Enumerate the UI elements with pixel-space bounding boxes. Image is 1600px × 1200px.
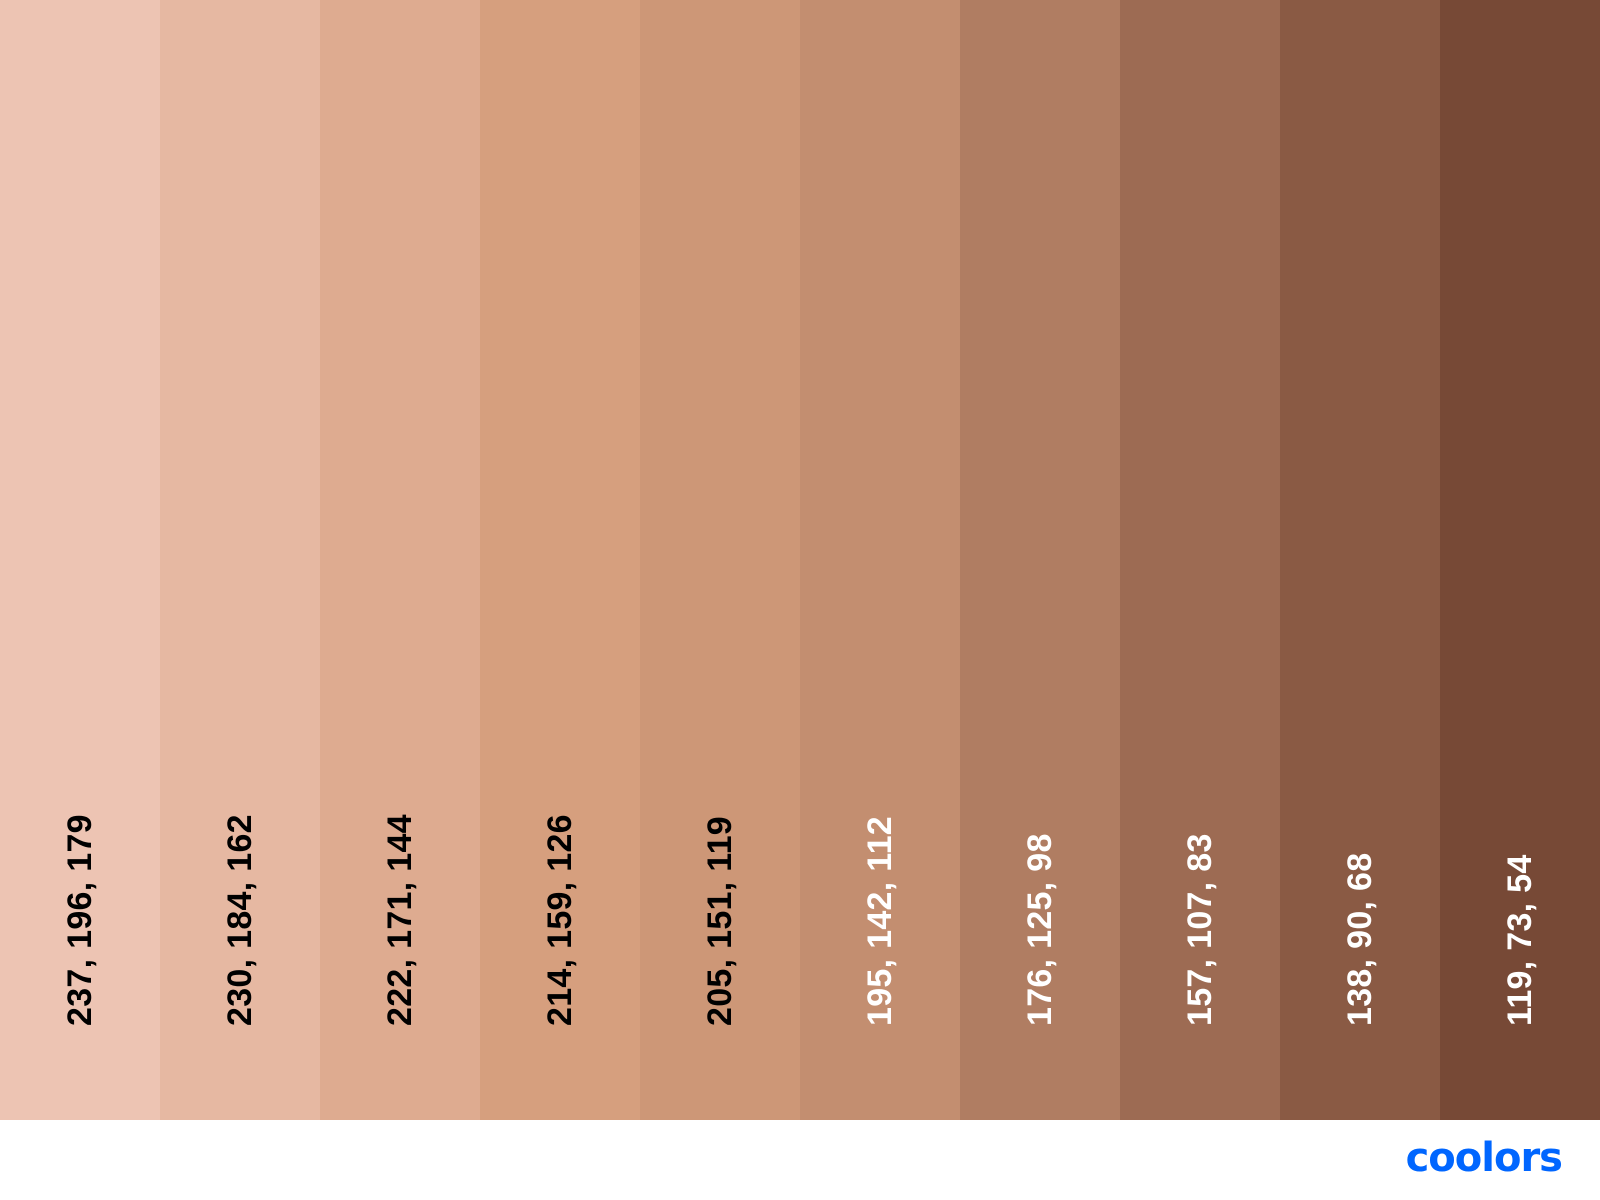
footer-bar: coolors: [0, 1120, 1600, 1200]
color-swatch-7[interactable]: 176, 125, 98: [960, 0, 1120, 1120]
palette-image: 237, 196, 179 230, 184, 162 222, 171, 14…: [0, 0, 1600, 1200]
color-swatch-4[interactable]: 214, 159, 126: [480, 0, 640, 1120]
coolors-logo[interactable]: coolors: [1406, 1138, 1563, 1178]
color-swatch-3[interactable]: 222, 171, 144: [320, 0, 480, 1120]
color-swatch-10[interactable]: 119, 73, 54: [1440, 0, 1600, 1120]
color-palette: 237, 196, 179 230, 184, 162 222, 171, 14…: [0, 0, 1600, 1120]
swatch-rgb-label: 157, 107, 83: [1181, 833, 1219, 1026]
swatch-rgb-label: 222, 171, 144: [381, 814, 419, 1026]
swatch-rgb-label: 214, 159, 126: [541, 814, 579, 1026]
color-swatch-1[interactable]: 237, 196, 179: [0, 0, 160, 1120]
swatch-rgb-label: 119, 73, 54: [1501, 854, 1539, 1026]
color-swatch-9[interactable]: 138, 90, 68: [1280, 0, 1440, 1120]
color-swatch-8[interactable]: 157, 107, 83: [1120, 0, 1280, 1120]
swatch-rgb-label: 237, 196, 179: [61, 814, 99, 1026]
swatch-rgb-label: 195, 142, 112: [861, 816, 899, 1026]
color-swatch-5[interactable]: 205, 151, 119: [640, 0, 800, 1120]
swatch-rgb-label: 205, 151, 119: [701, 816, 739, 1026]
swatch-rgb-label: 176, 125, 98: [1021, 833, 1059, 1026]
color-swatch-2[interactable]: 230, 184, 162: [160, 0, 320, 1120]
swatch-rgb-label: 230, 184, 162: [221, 814, 259, 1026]
color-swatch-6[interactable]: 195, 142, 112: [800, 0, 960, 1120]
swatch-rgb-label: 138, 90, 68: [1341, 852, 1379, 1026]
